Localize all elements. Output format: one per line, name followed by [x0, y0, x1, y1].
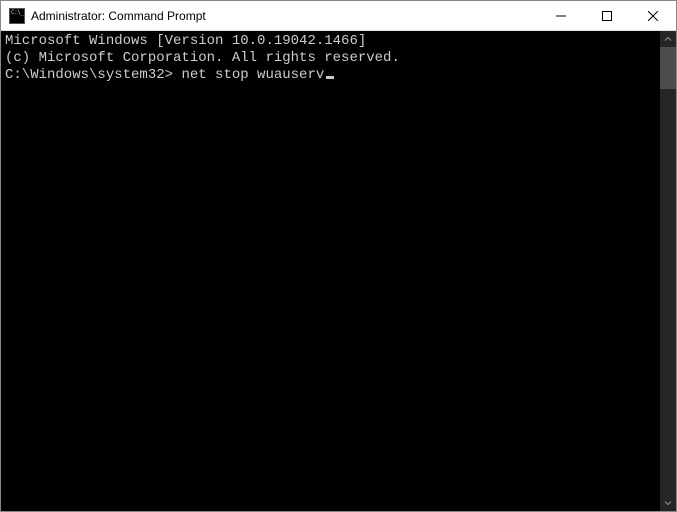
version-line: Microsoft Windows [Version 10.0.19042.14… [5, 33, 656, 50]
minimize-button[interactable] [538, 1, 584, 30]
close-icon [648, 11, 658, 21]
maximize-button[interactable] [584, 1, 630, 30]
prompt-path: C:\Windows\system32> [5, 67, 173, 83]
close-button[interactable] [630, 1, 676, 30]
content-area: Microsoft Windows [Version 10.0.19042.14… [1, 31, 676, 511]
window-title: Administrator: Command Prompt [31, 9, 538, 23]
vertical-scrollbar[interactable] [660, 31, 676, 511]
titlebar[interactable]: Administrator: Command Prompt [1, 1, 676, 31]
chevron-down-icon [664, 499, 672, 507]
window-controls [538, 1, 676, 30]
text-cursor [326, 76, 334, 79]
scroll-thumb[interactable] [660, 47, 676, 89]
copyright-line: (c) Microsoft Corporation. All rights re… [5, 50, 656, 67]
maximize-icon [602, 11, 612, 21]
cmd-icon [9, 8, 25, 24]
minimize-icon [556, 11, 566, 21]
terminal-output[interactable]: Microsoft Windows [Version 10.0.19042.14… [1, 31, 660, 511]
scroll-up-button[interactable] [660, 31, 676, 47]
typed-command: net stop wuauserv [181, 67, 324, 83]
scroll-down-button[interactable] [660, 495, 676, 511]
prompt-line: C:\Windows\system32> net stop wuauserv [5, 67, 656, 84]
command-prompt-window: Administrator: Command Prompt Microsoft … [0, 0, 677, 512]
chevron-up-icon [664, 35, 672, 43]
